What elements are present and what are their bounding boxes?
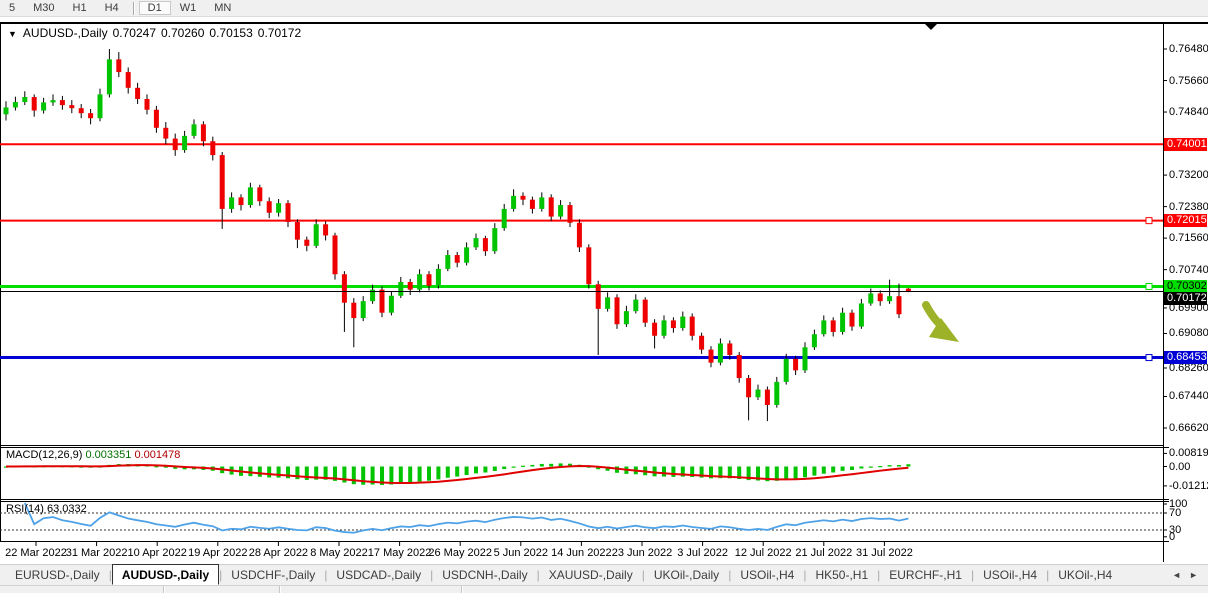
arrow-annotation[interactable] [926, 305, 959, 342]
horizontal-line-object[interactable] [0, 355, 1163, 361]
macd-label: MACD(12,26,9) 0.003351 0.001478 [6, 449, 180, 461]
horizontal-line-object[interactable] [0, 218, 1163, 224]
chart-tab-eurchf-h1[interactable]: EURCHF-,H1 [880, 565, 971, 585]
chart-canvas[interactable] [0, 0, 1208, 593]
tab-scroll-arrows: ◄► [1172, 565, 1208, 585]
status-bar [0, 585, 1208, 593]
chart-tab-audusd-daily[interactable]: AUDUSD-,Daily [112, 564, 219, 585]
line-handle[interactable] [1146, 283, 1152, 289]
rsi-indicator[interactable] [0, 503, 1167, 537]
chart-symbol-period: AUDUSD-,Daily [23, 26, 108, 40]
chart-title: ▼ AUDUSD-,Daily 0.70247 0.70260 0.70153 0.701… [8, 26, 301, 40]
date-axis[interactable] [36, 542, 884, 546]
scroll-left-icon[interactable]: ◄ [1172, 570, 1181, 580]
quote-close: 0.70172 [258, 26, 301, 40]
chart-tab-ukoil-h4[interactable]: UKOil-,H4 [1049, 565, 1121, 585]
status-divider [163, 586, 164, 593]
chart-tab-usdchf-daily[interactable]: USDCHF-,Daily [222, 565, 324, 585]
mt4-chart-window: 5M30H1H4D1W1MN ▼AUDUSD-,Daily0.702470.70… [0, 0, 1208, 593]
chart-tab-eurusd-daily[interactable]: EURUSD-,Daily [6, 565, 109, 585]
quote-high: 0.70260 [161, 26, 204, 40]
pane-borders [0, 22, 1208, 562]
macd-signal-value: 0.001478 [134, 449, 180, 461]
line-handle[interactable] [1146, 355, 1152, 361]
status-divider [279, 586, 280, 593]
scroll-right-icon[interactable]: ► [1189, 570, 1198, 580]
collapse-quotes-icon[interactable]: ▼ [8, 29, 17, 39]
line-handle[interactable] [1146, 218, 1152, 224]
chart-tab-xauusd-daily[interactable]: XAUUSD-,Daily [540, 565, 642, 585]
chart-tab-usoil-h4[interactable]: USOil-,H4 [731, 565, 803, 585]
chart-tab-usdcnh-daily[interactable]: USDCNH-,Daily [433, 565, 536, 585]
chart-tab-bar: EURUSD-,Daily|AUDUSD-,Daily|USDCHF-,Dail… [0, 564, 1208, 585]
quote-open: 0.70247 [113, 26, 156, 40]
chart-shift-marker-icon[interactable] [925, 24, 937, 30]
rsi-value: 63.0332 [47, 503, 87, 515]
macd-name: MACD(12,26,9) [6, 449, 82, 461]
horizontal-line-object[interactable] [0, 283, 1163, 289]
candlesticks[interactable] [4, 49, 911, 421]
chart-tab-usdcad-daily[interactable]: USDCAD-,Daily [327, 565, 430, 585]
rsi-name: RSI(14) [6, 503, 44, 515]
rsi-label: RSI(14) 63.0332 [6, 503, 87, 515]
quote-low: 0.70153 [209, 26, 252, 40]
chart-tab-usoil-h4[interactable]: USOil-,H4 [974, 565, 1046, 585]
chart-tab-hk50-h1[interactable]: HK50-,H1 [806, 565, 877, 585]
status-divider [461, 586, 462, 593]
macd-main-value: 0.003351 [85, 449, 131, 461]
chart-tab-ukoil-daily[interactable]: UKOil-,Daily [645, 565, 728, 585]
